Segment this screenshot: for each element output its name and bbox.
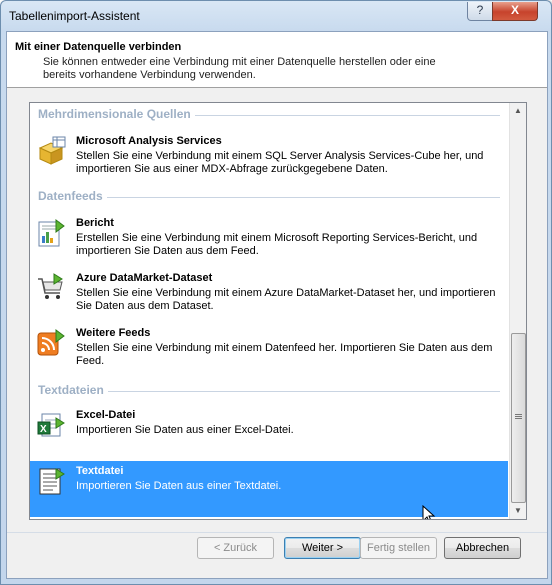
item-name: Textdatei	[76, 465, 124, 477]
item-name: Microsoft Analysis Services	[76, 135, 222, 147]
finish-button[interactable]: Fertig stellen	[360, 537, 437, 559]
window-title: Tabellenimport-Assistent	[9, 9, 140, 23]
scrollbar-thumb[interactable]	[511, 333, 526, 503]
excel-icon: X	[37, 413, 65, 437]
list-item-excel-file[interactable]: X Excel-Datei Importieren Sie Daten aus …	[30, 405, 508, 445]
group-header-textfiles: Textdateien	[38, 383, 500, 399]
group-header-datafeeds: Datenfeeds	[38, 189, 500, 205]
footer-divider	[7, 532, 547, 533]
cube-icon	[38, 136, 66, 165]
grip-icon	[515, 414, 522, 415]
list-item-report[interactable]: Bericht Erstellen Sie eine Verbindung mi…	[30, 213, 508, 265]
group-label: Textdateien	[38, 383, 108, 397]
back-button[interactable]: < Zurück	[197, 537, 274, 559]
dialog-window: Tabellenimport-Assistent ? X Mit einer D…	[0, 0, 552, 585]
list-scrollbar[interactable]: ▲ ▼	[509, 103, 526, 519]
scroll-down-icon[interactable]: ▼	[510, 503, 526, 519]
feed-icon	[37, 329, 65, 356]
cancel-button[interactable]: Abbrechen	[444, 537, 521, 559]
scroll-up-icon[interactable]: ▲	[510, 103, 526, 119]
group-label: Mehrdimensionale Quellen	[38, 107, 195, 121]
mouse-cursor-icon	[422, 505, 436, 519]
title-bar[interactable]: Tabellenimport-Assistent ? X	[1, 1, 551, 31]
item-name: Azure DataMarket-Dataset	[76, 272, 213, 284]
list-item-other-feeds[interactable]: Weitere Feeds Stellen Sie eine Verbindun…	[30, 323, 508, 375]
item-description: Stellen Sie eine Verbindung mit einem Az…	[76, 287, 496, 312]
cart-icon	[38, 273, 63, 299]
next-button[interactable]: Weiter >	[284, 537, 361, 559]
item-name: Weitere Feeds	[76, 327, 151, 339]
data-source-list[interactable]: Mehrdimensionale Quellen Microsoft Analy…	[29, 102, 527, 520]
group-header-multidimensional: Mehrdimensionale Quellen	[38, 107, 500, 123]
group-label: Datenfeeds	[38, 189, 107, 203]
wizard-header: Mit einer Datenquelle verbinden Sie könn…	[7, 32, 547, 88]
report-icon	[38, 219, 65, 247]
close-button[interactable]: X	[492, 2, 538, 21]
page-description: Sie können entweder eine Verbindung mit …	[43, 56, 436, 81]
dialog-body: Mit einer Datenquelle verbinden Sie könn…	[6, 31, 548, 579]
list-item-text-file[interactable]: Textdatei Importieren Sie Daten aus eine…	[30, 461, 508, 517]
list-item-azure-datamarket[interactable]: Azure DataMarket-Dataset Stellen Sie ein…	[30, 268, 508, 320]
svg-text:X: X	[40, 424, 47, 435]
list-item-analysis-services[interactable]: Microsoft Analysis Services Stellen Sie …	[30, 131, 508, 179]
page-title: Mit einer Datenquelle verbinden	[15, 41, 182, 53]
textfile-icon	[39, 468, 65, 495]
item-description: Stellen Sie eine Verbindung mit einem SQ…	[76, 150, 484, 175]
item-description: Stellen Sie eine Verbindung mit einem Da…	[76, 342, 493, 367]
item-name: Excel-Datei	[76, 409, 136, 421]
item-description: Importieren Sie Daten aus einer Textdate…	[76, 480, 282, 492]
item-description: Importieren Sie Daten aus einer Excel-Da…	[76, 424, 294, 436]
help-button[interactable]: ?	[467, 2, 493, 21]
item-description: Erstellen Sie eine Verbindung mit einem …	[76, 232, 478, 257]
item-name: Bericht	[76, 217, 114, 229]
